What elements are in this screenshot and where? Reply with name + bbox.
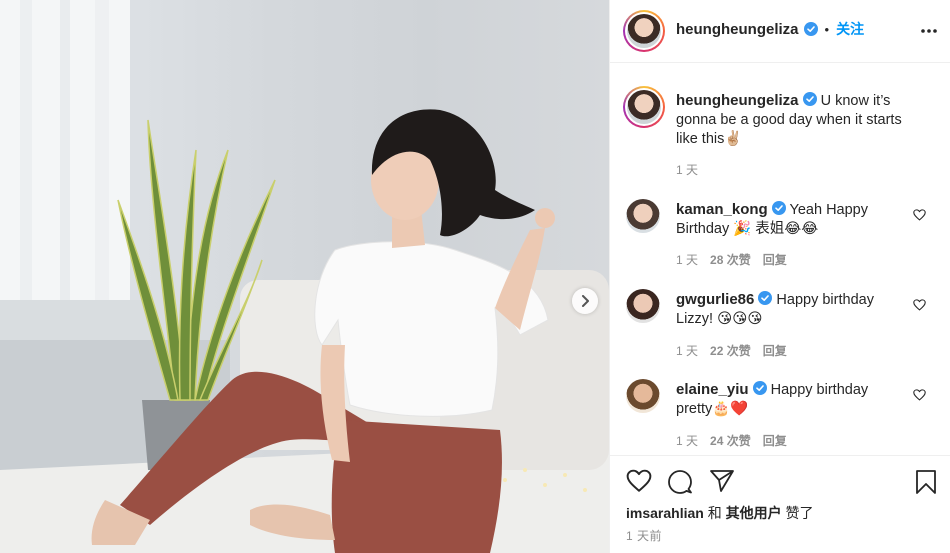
comment-username[interactable]: kaman_kong: [676, 201, 768, 218]
verified-badge-icon: [802, 92, 817, 106]
more-options-icon[interactable]: [920, 22, 938, 40]
commenter-avatar[interactable]: [626, 199, 660, 233]
verified-badge-icon: [803, 22, 818, 36]
author-avatar: [627, 14, 661, 48]
comment-icon[interactable]: [667, 469, 693, 495]
comment-reply-button[interactable]: 回复: [763, 342, 787, 359]
caption-username[interactable]: heungheungeliza: [676, 92, 799, 109]
post-header: heungheungeliza • 关注: [610, 0, 950, 63]
comment-reply-button[interactable]: 回复: [763, 432, 787, 449]
comment-time: 1 天: [676, 344, 699, 358]
author-avatar-ring[interactable]: [623, 10, 665, 52]
comment-likes[interactable]: 28 次赞: [710, 251, 751, 268]
likes-summary: imsarahlian 和 其他用户 赞了: [626, 503, 814, 523]
likes-suffix: 赞了: [785, 505, 814, 521]
comment-likes[interactable]: 24 次赞: [710, 432, 751, 449]
comment-username[interactable]: gwgurlie86: [676, 291, 754, 308]
comment-item: kaman_kong Yeah Happy Birthday 🎉 表姐😂😂: [676, 200, 906, 239]
bookmark-icon[interactable]: [915, 469, 937, 495]
comment-username[interactable]: elaine_yiu: [676, 381, 749, 398]
post-timestamp: 1 天前: [626, 529, 663, 543]
follow-button[interactable]: 关注: [836, 19, 864, 39]
comment-likes[interactable]: 22 次赞: [710, 342, 751, 359]
caption-avatar: [627, 90, 661, 124]
comment-meta: 1 天 28 次赞 回复: [676, 251, 787, 268]
photo-scene: [0, 0, 609, 553]
comment-reply-button[interactable]: 回复: [763, 251, 787, 268]
share-icon[interactable]: [709, 469, 735, 493]
liker-username[interactable]: imsarahlian: [626, 505, 704, 521]
verified-badge-icon: [752, 381, 767, 395]
verified-badge-icon: [771, 201, 786, 215]
comment-time: 1 天: [676, 434, 699, 448]
author-username[interactable]: heungheungeliza: [676, 21, 799, 38]
comment-item: elaine_yiu Happy birthday pretty🎂❤️: [676, 380, 906, 419]
post-side-panel: heungheungeliza • 关注 heungheungeliza U k…: [609, 0, 950, 553]
post-caption: heungheungeliza U know it’s gonna be a g…: [676, 91, 926, 149]
follow-separator: •: [824, 21, 830, 37]
commenter-avatar[interactable]: [626, 379, 660, 413]
chevron-right-icon: [582, 295, 589, 307]
comment-like-heart-icon[interactable]: [913, 389, 926, 401]
comment-meta: 1 天 22 次赞 回复: [676, 342, 787, 359]
post-photo[interactable]: [0, 0, 609, 553]
commenter-avatar[interactable]: [626, 289, 660, 323]
heart-icon[interactable]: [626, 469, 652, 493]
caption-avatar-ring[interactable]: [623, 86, 665, 128]
header-user-row: heungheungeliza • 关注: [676, 19, 864, 39]
comment-like-heart-icon[interactable]: [913, 299, 926, 311]
comment-time: 1 天: [676, 253, 699, 267]
verified-badge-icon: [758, 291, 773, 305]
comment-meta: 1 天 24 次赞 回复: [676, 432, 787, 449]
comment-item: gwgurlie86 Happy birthday Lizzy! 😘😘😘: [676, 290, 906, 329]
likes-and: 和: [707, 505, 722, 521]
next-image-button[interactable]: [572, 288, 598, 314]
comment-like-heart-icon[interactable]: [913, 209, 926, 221]
caption-time: 1 天: [676, 163, 699, 177]
likes-others-link[interactable]: 其他用户: [726, 505, 782, 521]
